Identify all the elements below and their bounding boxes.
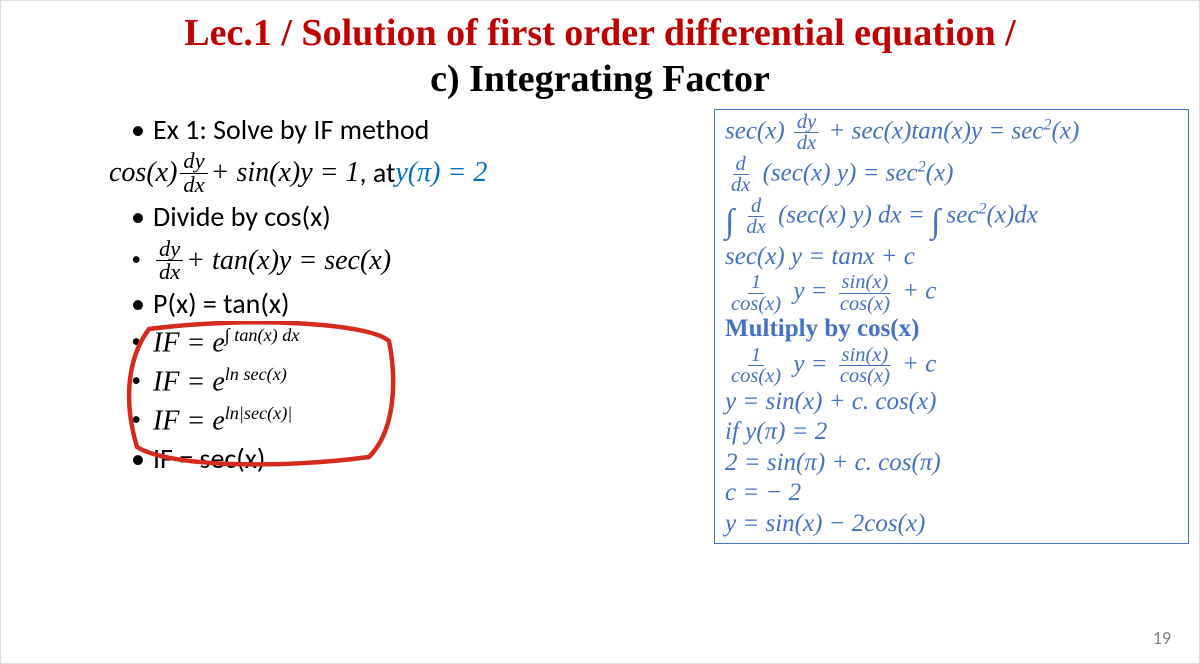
left-column: •Ex 1: Solve by IF method cos(x) dy dx +… — [11, 109, 714, 480]
d: cos(x) — [728, 294, 784, 315]
bullet-if-final: •IF = sec(x) — [131, 442, 706, 476]
t: (x) — [1052, 117, 1080, 144]
n: sin(x) — [839, 345, 892, 367]
t: (sec(x) y) dx = — [778, 201, 931, 228]
d: dx — [728, 175, 753, 196]
bullet-ex1: •Ex 1: Solve by IF method — [131, 113, 706, 147]
circled-if-steps: • IF = e∫ tan(x) dx • IF = eln sec(x) • … — [131, 325, 706, 438]
n: 1 — [748, 272, 764, 294]
slide-number: 19 — [1153, 627, 1171, 649]
d: cos(x) — [837, 366, 893, 387]
rline-integrate: ∫ d dx (sec(x) y) dx = ∫ sec2(x)dx — [725, 196, 1178, 242]
solution-box: sec(x) dy dx + sec(x)tan(x)y = sec2(x) d… — [714, 109, 1189, 545]
frac-dydx-1: dy dx — [180, 150, 207, 196]
bullet-if-lnabs: • IF = eln|sec(x)| — [131, 403, 706, 438]
content-columns: •Ex 1: Solve by IF method cos(x) dy dx +… — [11, 109, 1189, 545]
frac: 1 cos(x) — [728, 272, 784, 314]
d: dx — [794, 133, 819, 154]
if-sup: ∫ tan(x) dx — [225, 325, 300, 345]
d: dx — [744, 217, 769, 238]
integral-icon: ∫ — [931, 203, 940, 240]
eq-at: , at — [360, 156, 396, 190]
n: d — [748, 196, 764, 218]
bullet-if-integral: • IF = e∫ tan(x) dx — [131, 325, 706, 360]
frac-den: dx — [156, 261, 183, 283]
rline-divide-1: 1 cos(x) y = sin(x) cos(x) + c — [725, 272, 1178, 314]
bullet-divide: •Divide by cos(x) — [131, 200, 706, 234]
eq-rest: + tan(x)y = sec(x) — [186, 244, 391, 278]
if-pre: IF = e — [153, 327, 225, 358]
rline-y-general: y = sin(x) + c. cos(x) — [725, 387, 1178, 418]
ex1-text: Ex 1: Solve by IF method — [153, 113, 429, 147]
rline-multiply-cos: Multiply by cos(x) — [725, 314, 1178, 345]
d: cos(x) — [837, 294, 893, 315]
t: sec — [947, 201, 979, 228]
n: sin(x) — [839, 272, 892, 294]
frac: 1 cos(x) — [728, 345, 784, 387]
frac-dydx-2: dy dx — [156, 238, 183, 284]
rline-product-rule: d dx (sec(x) y) = sec2(x) — [725, 154, 1178, 196]
n: 1 — [748, 345, 764, 367]
frac: sin(x) cos(x) — [837, 345, 893, 387]
bullet-if-ln: • IF = eln sec(x) — [131, 364, 706, 399]
rline-apply-ic: if y(π) = 2 — [725, 417, 1178, 448]
frac-num: dy — [156, 238, 183, 261]
divide-text: Divide by cos(x) — [153, 200, 331, 234]
t: + c — [902, 351, 936, 378]
frac-num: dy — [180, 150, 207, 173]
if-pre: IF = e — [153, 405, 225, 436]
rline-substitute: 2 = sin(π) + c. cos(π) — [725, 448, 1178, 479]
if-sup: ln sec(x) — [225, 364, 287, 384]
frac-den: dx — [180, 174, 207, 196]
t: (x) — [926, 159, 954, 186]
t: sec(x) — [725, 117, 785, 144]
t: + c — [902, 278, 936, 305]
rline-solve-c: c = − 2 — [725, 478, 1178, 509]
heading-line2: c) Integrating Factor — [11, 59, 1189, 101]
initial-condition: y(π) = 2 — [395, 156, 487, 190]
t: (x)dx — [987, 201, 1038, 228]
n: dy — [794, 112, 819, 134]
n: d — [733, 154, 749, 176]
t: y = — [793, 278, 833, 305]
t: (sec(x) y) = sec — [763, 159, 918, 186]
rline-final: y = sin(x) − 2cos(x) — [725, 509, 1178, 540]
t: + sec(x)tan(x)y = sec — [829, 117, 1044, 144]
eq-cosx: cos(x) — [109, 156, 177, 190]
if-final-text: IF = sec(x) — [153, 442, 265, 476]
t: y = — [793, 351, 833, 378]
px-text: P(x) = tan(x) — [153, 287, 289, 321]
rline-after-int: sec(x) y = tanx + c — [725, 242, 1178, 273]
eq-rest: + sin(x)y = 1 — [211, 156, 360, 190]
equation-standard-form: • dy dx + tan(x)y = sec(x) — [131, 238, 706, 284]
if-pre: IF = e — [153, 366, 225, 397]
bullet-px: •P(x) = tan(x) — [131, 287, 706, 321]
rline-divide-2: 1 cos(x) y = sin(x) cos(x) + c — [725, 345, 1178, 387]
rline-multiply-if: sec(x) dy dx + sec(x)tan(x)y = sec2(x) — [725, 112, 1178, 154]
integral-icon: ∫ — [725, 203, 734, 240]
slide: Lec.1 / Solution of first order differen… — [0, 0, 1200, 664]
equation-original: cos(x) dy dx + sin(x)y = 1 , at y(π) = 2 — [109, 150, 706, 196]
frac: d dx — [728, 154, 753, 196]
d: cos(x) — [728, 366, 784, 387]
frac: dy dx — [794, 112, 819, 154]
frac: sin(x) cos(x) — [837, 272, 893, 314]
heading-line1: Lec.1 / Solution of first order differen… — [11, 13, 1189, 55]
if-sup: ln|sec(x)| — [225, 403, 293, 423]
frac: d dx — [744, 196, 769, 238]
